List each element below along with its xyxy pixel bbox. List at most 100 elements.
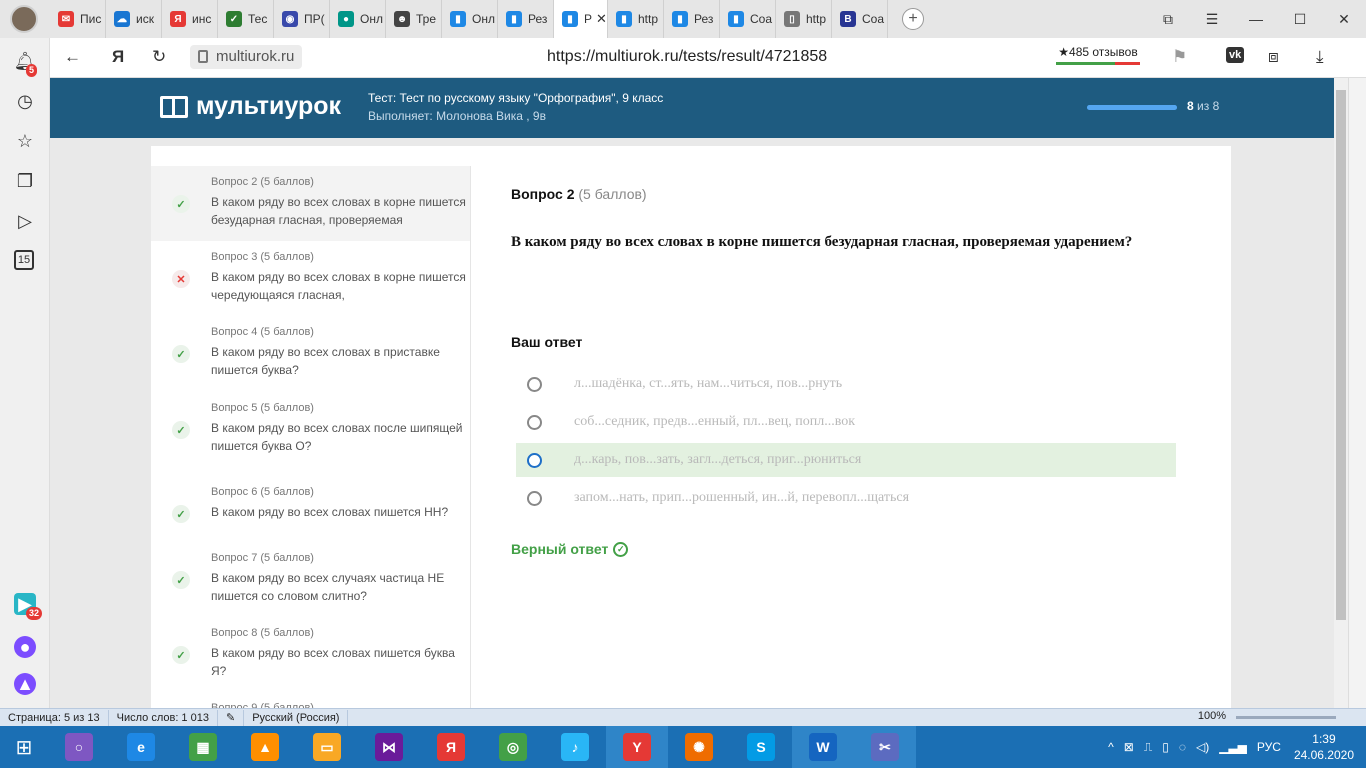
language-indicator[interactable]: Русский (Россия) (244, 709, 349, 726)
word-icon: W (809, 733, 837, 761)
taskbar-app-yandex[interactable]: Y (606, 726, 668, 768)
clock-time: 1:39 (1312, 732, 1336, 746)
reload-icon[interactable]: ↻ (152, 47, 166, 67)
browser-tab[interactable]: ▯ http (776, 0, 832, 38)
profile-avatar[interactable] (10, 5, 38, 33)
chrome-icon: ◎ (499, 733, 527, 761)
minimize-button[interactable]: — (1234, 11, 1278, 27)
history-icon[interactable]: ◷ (14, 90, 36, 112)
question-number: Вопрос 2 (5 баллов) (511, 186, 1191, 202)
bookmarks-icon[interactable]: ☆ (14, 130, 36, 152)
site-logo[interactable]: мультиурок (160, 92, 341, 121)
page-scrollbar[interactable] (1334, 78, 1348, 708)
taskbar-app-explorer[interactable]: ▭ (296, 726, 358, 768)
taskbar-app-chrome[interactable]: ◎ (482, 726, 544, 768)
yandex-home-icon[interactable]: Я (112, 47, 124, 67)
question-list-item[interactable]: ✓ Вопрос 2 (5 баллов) В каком ряду во всех… (151, 166, 470, 241)
taskbar-app-store[interactable]: ▦ (172, 726, 234, 768)
tray-wifi-icon[interactable]: ◌ (1179, 740, 1186, 754)
browser-tab[interactable]: ● Онл (330, 0, 386, 38)
tray-network-error-icon[interactable]: ⊠ (1124, 740, 1134, 754)
input-language[interactable]: РУС (1257, 740, 1281, 754)
lock-icon (198, 50, 208, 63)
browser-tab[interactable]: ☁ иск (106, 0, 162, 38)
menu-icon[interactable]: ☰ (1190, 11, 1234, 28)
taskbar-apps: ○ e ▦ ▲ ▭ ⋈ Я ◎ ♪ Y ✺ S W ✂ (48, 726, 916, 768)
collections-icon[interactable]: ❐ (14, 170, 36, 192)
zoom-slider[interactable] (1236, 716, 1336, 719)
calendar-icon[interactable]: 15 (14, 250, 34, 270)
browser-tab[interactable]: ◉ ПР( (274, 0, 330, 38)
taskbar-app-snipping[interactable]: ✂ (854, 726, 916, 768)
alice-voice-icon[interactable]: ▲ (14, 673, 36, 695)
question-list-heading: Вопрос 6 (5 баллов) (211, 486, 314, 498)
download-icon[interactable]: ⤓ (1316, 47, 1324, 67)
video-icon[interactable]: ▷ (14, 210, 36, 232)
tray-signal-icon[interactable]: ▁▃▅ (1219, 740, 1247, 754)
taskbar-app-alice[interactable]: ○ (48, 726, 110, 768)
tray-usb-icon[interactable]: ⎍ (1144, 740, 1152, 755)
browser-tab[interactable]: ✓ Тес (218, 0, 274, 38)
browser-tab[interactable]: ✉ Пис (50, 0, 106, 38)
browser-tab[interactable]: ▮ Р ✕ (554, 0, 608, 38)
question-list-item[interactable]: ✓ Вопрос 4 (5 баллов) В каком ряду во всех… (151, 316, 470, 391)
vs-icon: ⋈ (375, 733, 403, 761)
browser-tab[interactable]: Яинс (162, 0, 218, 38)
clock[interactable]: 1:39 24.06.2020 (1294, 731, 1354, 763)
tabs-overview-icon[interactable]: ⧉ (1146, 11, 1190, 28)
tab-favicon-icon: ▮ (728, 11, 744, 27)
taskbar-app-ie[interactable]: e (110, 726, 172, 768)
page-counter[interactable]: Страница: 5 из 13 (0, 709, 109, 726)
new-tab-button[interactable]: + (902, 8, 924, 30)
url-field[interactable]: https://multiurok.ru/tests/result/472185… (547, 48, 827, 66)
question-list-item[interactable]: ✓ Вопрос 6 (5 баллов) В каком ряду во всех… (151, 476, 470, 551)
logo-book-icon (160, 95, 188, 118)
browser-tab[interactable]: ▮ Онл (442, 0, 498, 38)
translate-icon[interactable]: ⧈ (1268, 47, 1279, 67)
taskbar-app-word[interactable]: W (792, 726, 854, 768)
back-icon[interactable]: ← (64, 47, 81, 67)
domain-chip[interactable]: multiurok.ru (190, 45, 303, 69)
answer-option: д...карь, пов...зать, загл...деться, при… (516, 443, 1176, 477)
bookmark-icon[interactable]: ⚑ (1172, 47, 1187, 67)
close-tab-icon[interactable]: ✕ (596, 11, 607, 27)
check-icon: ✓ (172, 345, 190, 363)
tray-battery-icon[interactable]: ▯ (1162, 740, 1169, 754)
browser-tab[interactable]: ▮ http (608, 0, 664, 38)
alice-icon[interactable]: ● (14, 636, 36, 658)
taskbar-app-skype[interactable]: S (730, 726, 792, 768)
question-list-item[interactable]: ✓ Вопрос 7 (5 баллов) В каком ряду во всех… (151, 542, 470, 617)
browser-tab[interactable]: ☻ Тре (386, 0, 442, 38)
close-window-button[interactable]: ✕ (1322, 11, 1366, 28)
site-reviews[interactable]: ★485 отзывов (1052, 42, 1144, 70)
vk-icon[interactable]: vk (1226, 47, 1245, 63)
taskbar-app-vs[interactable]: ⋈ (358, 726, 420, 768)
tray-arrow-icon[interactable]: ^ (1108, 740, 1114, 754)
tab-favicon-icon: ▮ (450, 11, 466, 27)
explorer-icon: ▭ (313, 733, 341, 761)
spellcheck-icon[interactable]: ✎ (218, 709, 245, 726)
test-progress-bar (1087, 105, 1177, 110)
zoom-level[interactable]: 100% (1198, 710, 1226, 722)
browser-tab-strip: ✉ Пис ☁ иск Яинс ✓ Тес ◉ ПР(● Онл ☻ Тре ▮ Онл ▮ Рез ▮ Р ✕ ▮… (0, 0, 1366, 38)
browser-tab[interactable]: ▮ Рез (664, 0, 720, 38)
word-count[interactable]: Число слов: 1 013 (109, 709, 218, 726)
question-list-item[interactable]: ✕ Вопрос 3 (5 баллов) В каком ряду во всех… (151, 241, 470, 316)
start-button[interactable]: ⊞ (0, 726, 48, 768)
scrollbar-thumb[interactable] (1336, 90, 1346, 620)
browser-tab[interactable]: ▮ Рез (498, 0, 554, 38)
taskbar-app-yandex-browser[interactable]: Я (420, 726, 482, 768)
question-list-text: В каком ряду во всех словах в корне пише… (211, 195, 466, 227)
question-list-item[interactable]: ✓ Вопрос 5 (5 баллов) В каком ряду во всех… (151, 392, 470, 467)
taskbar-app-daemon[interactable]: ✺ (668, 726, 730, 768)
browser-tab[interactable]: ▮ Coa (720, 0, 776, 38)
taskbar-app-itunes[interactable]: ♪ (544, 726, 606, 768)
question-list-item[interactable]: ✓ Вопрос 8 (5 баллов) В каком ряду во всех… (151, 617, 470, 692)
tray-volume-icon[interactable]: ◁) (1196, 740, 1209, 754)
taskbar-app-avast[interactable]: ▲ (234, 726, 296, 768)
browser-tab[interactable]: В Coa (832, 0, 888, 38)
reviews-rating-bar (1056, 62, 1140, 65)
clock-date: 24.06.2020 (1293, 748, 1354, 762)
maximize-button[interactable]: ☐ (1278, 11, 1322, 28)
question-list-text: В каком ряду во всех словах пишется НН? (211, 505, 449, 519)
